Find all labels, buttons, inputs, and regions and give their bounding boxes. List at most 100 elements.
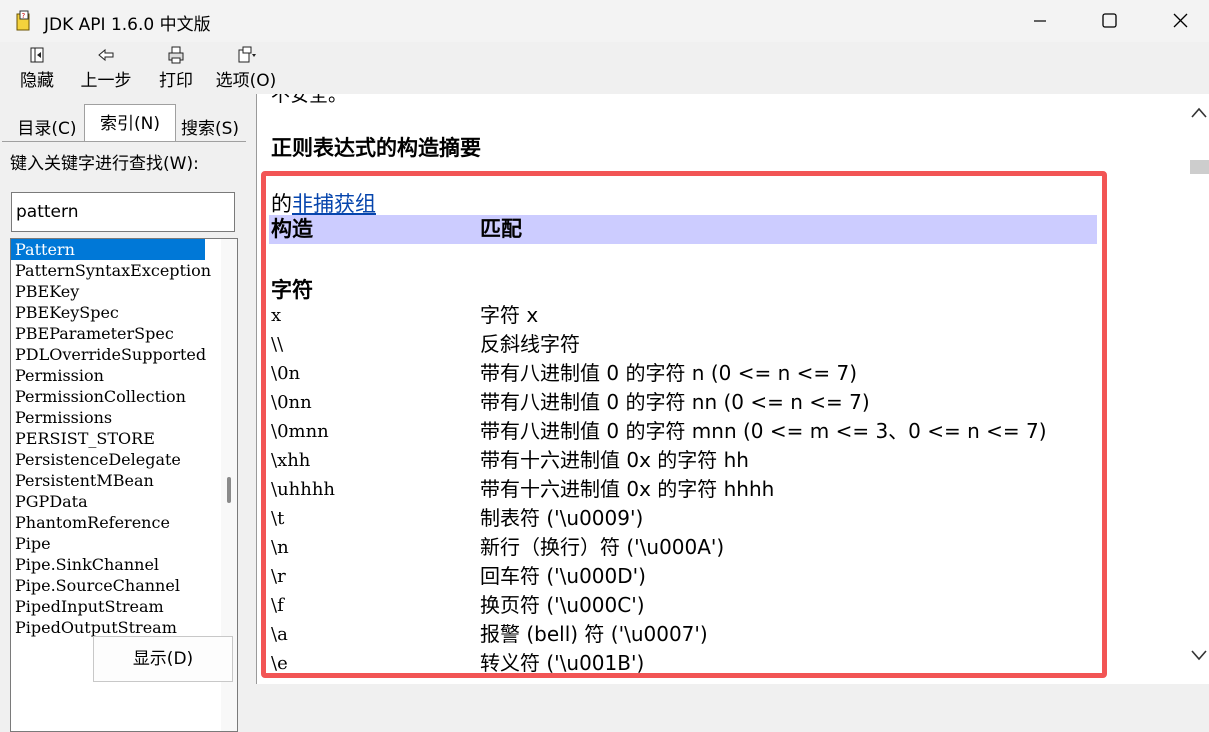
options-button[interactable]: 选项(O) bbox=[213, 44, 279, 92]
table-row: \xhh 带有十六进制值 0x 的字符 hh bbox=[257, 446, 1187, 475]
close-icon bbox=[1173, 13, 1188, 28]
index-list-item[interactable]: PBEKey bbox=[11, 281, 237, 302]
tab-index[interactable]: 索引(N) bbox=[84, 104, 176, 142]
index-list-item[interactable]: PhantomReference bbox=[11, 512, 237, 533]
index-list-item[interactable]: PersistentMBean bbox=[11, 470, 237, 491]
tab-divider bbox=[2, 141, 246, 142]
print-label: 打印 bbox=[159, 71, 193, 91]
back-label: 上一步 bbox=[80, 71, 132, 91]
table-row: \\ 反斜线字符 bbox=[257, 330, 1187, 359]
index-list-item[interactable]: PBEKeySpec bbox=[11, 302, 237, 323]
table-row: \f 换页符 ('\u000C') bbox=[257, 591, 1187, 620]
svg-text:?: ? bbox=[22, 12, 26, 20]
section-heading: 正则表达式的构造摘要 bbox=[271, 136, 481, 160]
table-row: \0n 带有八进制值 0 的字符 n (0 <= n <= 7) bbox=[257, 359, 1187, 388]
match-cell: 带有八进制值 0 的字符 n (0 <= n <= 7) bbox=[480, 361, 858, 385]
index-list-item[interactable]: PatternSyntaxException bbox=[11, 260, 237, 281]
index-list-item[interactable]: Pipe.SinkChannel bbox=[11, 554, 237, 575]
hide-label: 隐藏 bbox=[20, 71, 54, 91]
index-list-item[interactable]: Pattern bbox=[11, 239, 205, 260]
navigation-pane: 目录(C) 索引(N) 搜索(S) 键入关键字进行查找(W): Pattern P… bbox=[0, 94, 250, 732]
index-list-item[interactable]: PermissionCollection bbox=[11, 386, 237, 407]
col-match: 匹配 bbox=[480, 217, 522, 241]
noncapture-link[interactable]: 非捕获组 bbox=[292, 192, 376, 216]
hide-pane-icon bbox=[30, 47, 44, 63]
construct-cell: \r bbox=[271, 566, 286, 587]
match-cell: 换页符 ('\u000C') bbox=[480, 593, 645, 617]
match-cell: 带有八进制值 0 的字符 nn (0 <= n <= 7) bbox=[480, 390, 870, 414]
keyword-input[interactable] bbox=[11, 192, 235, 232]
index-list-scroll-thumb[interactable] bbox=[227, 477, 231, 503]
tab-index-label: 索引(N) bbox=[100, 114, 160, 134]
help-book-icon: ? bbox=[16, 10, 30, 31]
construct-cell: \t bbox=[271, 508, 285, 529]
col-construct: 构造 bbox=[271, 217, 313, 241]
title-bar: ? JDK API 1.6.0 中文版 bbox=[0, 0, 1209, 42]
noncapture-prefix: 的 bbox=[271, 192, 292, 216]
construct-cell: \a bbox=[271, 624, 288, 645]
options-label: 选项(O) bbox=[215, 71, 277, 91]
display-button[interactable]: 显示(D) bbox=[93, 636, 233, 682]
tab-search[interactable]: 搜索(S) bbox=[176, 114, 244, 139]
match-cell: 新行（换行）符 ('\u000A') bbox=[480, 535, 725, 559]
keyword-label: 键入关键字进行查找(W): bbox=[10, 154, 199, 174]
close-button[interactable] bbox=[1158, 4, 1202, 38]
options-icon bbox=[238, 46, 256, 63]
hide-button[interactable]: 隐藏 bbox=[15, 44, 59, 92]
table-row: \0nn 带有八进制值 0 的字符 nn (0 <= n <= 7) bbox=[257, 388, 1187, 417]
construct-cell: \e bbox=[271, 653, 288, 674]
match-cell: 带有十六进制值 0x 的字符 hh bbox=[480, 448, 749, 472]
content-scrollbar[interactable] bbox=[1188, 94, 1209, 684]
index-list-item[interactable]: PDLOverrideSupported bbox=[11, 344, 237, 365]
table-row: \uhhhh 带有十六进制值 0x 的字符 hhhh bbox=[257, 475, 1187, 504]
match-cell: 转义符 ('\u001B') bbox=[480, 651, 645, 675]
match-cell: 带有八进制值 0 的字符 mnn (0 <= m <= 3、0 <= n <= … bbox=[480, 419, 1047, 443]
construct-cell: \0nn bbox=[271, 392, 312, 413]
partial-text: 不安全。 bbox=[271, 94, 348, 106]
content-scroll-thumb[interactable] bbox=[1190, 160, 1209, 174]
printer-icon bbox=[168, 46, 184, 64]
construct-cell: \xhh bbox=[271, 450, 311, 471]
table-header: 构造 匹配 bbox=[269, 215, 1097, 244]
match-cell: 报警 (bell) 符 ('\u0007') bbox=[480, 622, 708, 646]
construct-cell: x bbox=[271, 305, 282, 326]
minimize-button[interactable] bbox=[1018, 4, 1062, 38]
construct-cell: \0n bbox=[271, 363, 301, 384]
index-list-item[interactable]: PGPData bbox=[11, 491, 237, 512]
index-list-item[interactable]: Permissions bbox=[11, 407, 237, 428]
minimize-icon bbox=[1034, 20, 1046, 22]
match-cell: 带有十六进制值 0x 的字符 hhhh bbox=[480, 477, 775, 501]
construct-cell: \n bbox=[271, 537, 289, 558]
index-list-item[interactable]: Pipe bbox=[11, 533, 237, 554]
match-cell: 反斜线字符 bbox=[480, 332, 580, 356]
toolbar: 隐藏 上一步 打印 选项(O) bbox=[0, 42, 1209, 94]
construct-cell: \\ bbox=[271, 334, 284, 355]
match-cell: 字符 x bbox=[480, 303, 539, 327]
table-row: \n 新行（换行）符 ('\u000A') bbox=[257, 533, 1187, 562]
index-list-item[interactable]: PERSIST_STORE bbox=[11, 428, 237, 449]
construct-cell: \0mnn bbox=[271, 421, 329, 442]
table-row: \t 制表符 ('\u0009') bbox=[257, 504, 1187, 533]
match-cell: 回车符 ('\u000D') bbox=[480, 564, 646, 588]
index-list-item[interactable]: PersistenceDelegate bbox=[11, 449, 237, 470]
index-list-item[interactable]: PipedInputStream bbox=[11, 596, 237, 617]
scroll-up-icon[interactable] bbox=[1190, 106, 1208, 120]
noncapture-line: 的非捕获组 bbox=[271, 188, 376, 218]
maximize-button[interactable] bbox=[1087, 4, 1131, 38]
back-button[interactable]: 上一步 bbox=[77, 44, 135, 92]
match-cell: 制表符 ('\u0009') bbox=[480, 506, 644, 530]
table-row: \r 回车符 ('\u000D') bbox=[257, 562, 1187, 591]
index-list-item[interactable]: Permission bbox=[11, 365, 237, 386]
table-row: \e 转义符 ('\u001B') bbox=[257, 649, 1187, 678]
print-button[interactable]: 打印 bbox=[155, 44, 197, 92]
index-list-item[interactable]: Pipe.SourceChannel bbox=[11, 575, 237, 596]
scroll-down-icon[interactable] bbox=[1190, 648, 1208, 662]
index-list-item[interactable]: PBEParameterSpec bbox=[11, 323, 237, 344]
maximize-icon bbox=[1102, 13, 1117, 28]
table-row: \a 报警 (bell) 符 ('\u0007') bbox=[257, 620, 1187, 649]
index-list-item[interactable]: PipedOutputStream bbox=[11, 617, 237, 638]
tab-contents[interactable]: 目录(C) bbox=[10, 114, 84, 139]
back-arrow-icon bbox=[98, 48, 114, 62]
window-title: JDK API 1.6.0 中文版 bbox=[44, 15, 211, 35]
section-characters: 字符 bbox=[271, 278, 313, 302]
